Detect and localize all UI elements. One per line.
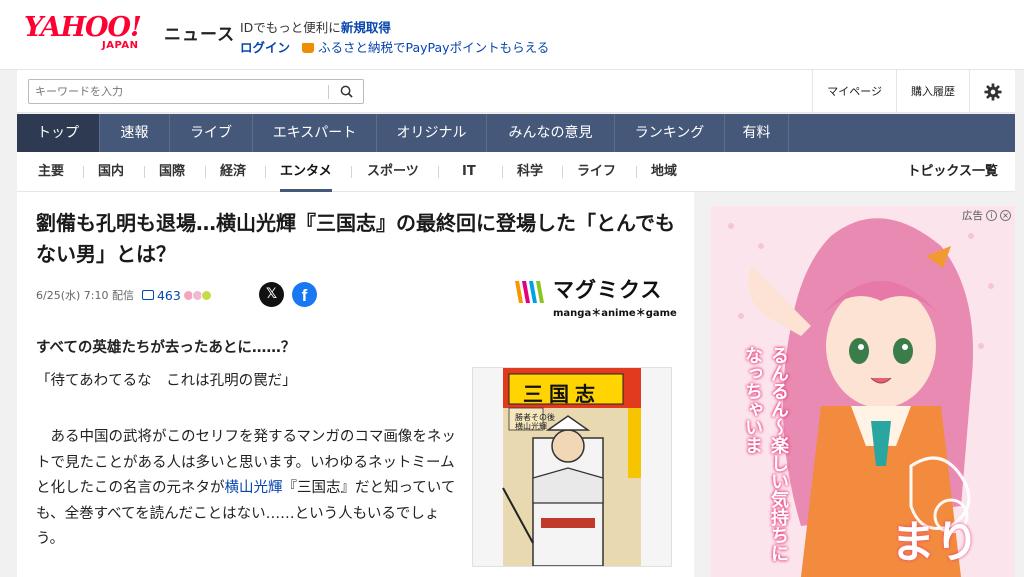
topic-domestic[interactable]: 国内 <box>98 152 124 192</box>
login-link[interactable]: ログイン <box>240 40 290 55</box>
nav-top[interactable]: トップ <box>17 114 100 152</box>
nav-breaking[interactable]: 速報 <box>100 114 170 152</box>
topic-separator <box>438 166 439 178</box>
nav-opinions[interactable]: みんなの意見 <box>487 114 615 152</box>
article-paragraph: ある中国の武将がこのセリフを発するマンガのコマ画像をネットで見たことがある人は多… <box>36 425 466 553</box>
search-divider <box>328 85 329 99</box>
global-header: YAHOO! JAPAN ニュース IDでもっと便利に新規取得 ログイン ふるさ… <box>0 0 1024 70</box>
topic-science[interactable]: 科学 <box>517 152 543 192</box>
topic-economy[interactable]: 経済 <box>220 152 246 192</box>
author-link[interactable]: 横山光輝 <box>225 480 283 496</box>
service-name[interactable]: ニュース <box>164 20 235 45</box>
article-image[interactable]: 三国志 勝者その後 横山光輝 <box>472 367 672 567</box>
id-prompt: IDでもっと便利に新規取得 <box>240 17 391 36</box>
purchase-history-link[interactable]: 購入履歴 <box>896 70 969 113</box>
gear-icon <box>983 82 1002 101</box>
logo-yahoo: YAHOO! <box>24 12 142 43</box>
article-delivered: 配信 <box>111 289 134 302</box>
article-quote: 「待てあわてるな これは孔明の罠だ」 <box>36 373 297 389</box>
topic-separator <box>205 166 206 178</box>
topic-life[interactable]: ライフ <box>577 152 616 192</box>
nav-ranking[interactable]: ランキング <box>615 114 725 152</box>
x-share-button[interactable]: 𝕏 <box>259 282 284 307</box>
ad-info-icon[interactable]: i <box>986 210 997 221</box>
comment-count: 463 <box>156 287 181 303</box>
reaction-icons[interactable] <box>182 289 212 301</box>
topic-separator <box>83 166 84 178</box>
comment-count-link[interactable]: 463 <box>141 287 181 303</box>
search-row: マイページ 購入履歴 <box>17 70 1015 113</box>
ad-badge[interactable]: 広告 i × <box>962 208 1011 223</box>
facebook-icon: f <box>301 286 308 305</box>
ad-logo-text: まり <box>891 517 979 568</box>
id-prompt-text: IDでもっと便利に <box>240 20 341 35</box>
nav-original[interactable]: オリジナル <box>377 114 487 152</box>
search-icon[interactable] <box>340 85 353 98</box>
topic-separator <box>636 166 637 178</box>
nav-live[interactable]: ライブ <box>170 114 253 152</box>
article: 劉備も孔明も退場…横山光輝『三国志』の最終回に登場した「とんでもない男」とは？ … <box>17 192 694 577</box>
topic-separator <box>265 166 266 178</box>
sidebar-ad[interactable]: るんるん〜楽しい気持ちになっちゃいま まり 広告 i × <box>711 206 1015 577</box>
topic-it[interactable]: IT <box>462 152 476 192</box>
topic-separator <box>351 166 352 178</box>
topic-separator <box>502 166 503 178</box>
furusato-promo-link[interactable]: ふるさと納税でPayPayポイントもらえる <box>318 40 549 55</box>
cover-title: 三国志 <box>523 382 601 406</box>
publisher-tagline: manga＊anime＊game <box>553 308 677 319</box>
publisher-logo[interactable]: マグミクス manga＊anime＊game <box>513 274 678 319</box>
article-headline: 劉備も孔明も退場…横山光輝『三国志』の最終回に登場した「とんでもない男」とは？ <box>36 211 675 266</box>
topic-main[interactable]: 主要 <box>38 152 64 192</box>
yahoo-japan-logo[interactable]: YAHOO! JAPAN <box>24 14 159 56</box>
page-container: マイページ 購入履歴 <box>17 70 1015 577</box>
article-date: 6/25(水) 7:10 <box>36 289 109 302</box>
ad-close-icon[interactable]: × <box>1000 210 1011 221</box>
header-links: マイページ 購入履歴 <box>812 70 1015 113</box>
register-link[interactable]: 新規取得 <box>341 20 391 35</box>
article-meta: 6/25(水) 7:10 配信 463 <box>36 287 212 303</box>
search-input[interactable] <box>29 80 309 103</box>
nav-expert[interactable]: エキスパート <box>253 114 377 152</box>
facebook-share-button[interactable]: f <box>292 282 317 307</box>
share-buttons: 𝕏 f <box>259 282 317 307</box>
topic-entertainment[interactable]: エンタメ <box>280 152 332 192</box>
settings-button[interactable] <box>969 70 1015 113</box>
ad-label: 広告 <box>962 210 983 222</box>
login-row: ログイン ふるさと納税でPayPayポイントもらえる <box>240 37 549 56</box>
publisher-name: マグミクス <box>553 278 663 302</box>
logo-japan: JAPAN <box>102 40 139 51</box>
mypage-link[interactable]: マイページ <box>812 70 896 113</box>
nav-paid[interactable]: 有料 <box>725 114 789 152</box>
topic-nav: 主要 国内 国際 経済 エンタメ スポーツ IT 科学 ライフ 地域 トピックス… <box>17 152 1015 192</box>
cover-author: 横山光輝 <box>515 422 547 431</box>
topic-international[interactable]: 国際 <box>159 152 185 192</box>
x-icon: 𝕏 <box>265 286 278 302</box>
magmix-mark-icon <box>515 281 544 303</box>
topic-separator <box>144 166 145 178</box>
topic-separator <box>562 166 563 178</box>
comment-bubble-icon <box>141 290 154 300</box>
cart-icon <box>302 43 314 53</box>
topic-sports[interactable]: スポーツ <box>367 152 419 192</box>
topics-all-link[interactable]: トピックス一覧 <box>907 152 998 192</box>
topic-local[interactable]: 地域 <box>651 152 677 192</box>
reaction-face-icon <box>200 289 212 301</box>
ad-slogan: るんるん〜楽しい気持ちになっちゃいま <box>742 346 789 562</box>
article-lead: すべての英雄たちが去ったあとに……？ <box>36 340 296 356</box>
search-box <box>28 79 364 104</box>
main-nav: トップ 速報 ライブ エキスパート オリジナル みんなの意見 ランキング 有料 <box>17 114 1015 152</box>
